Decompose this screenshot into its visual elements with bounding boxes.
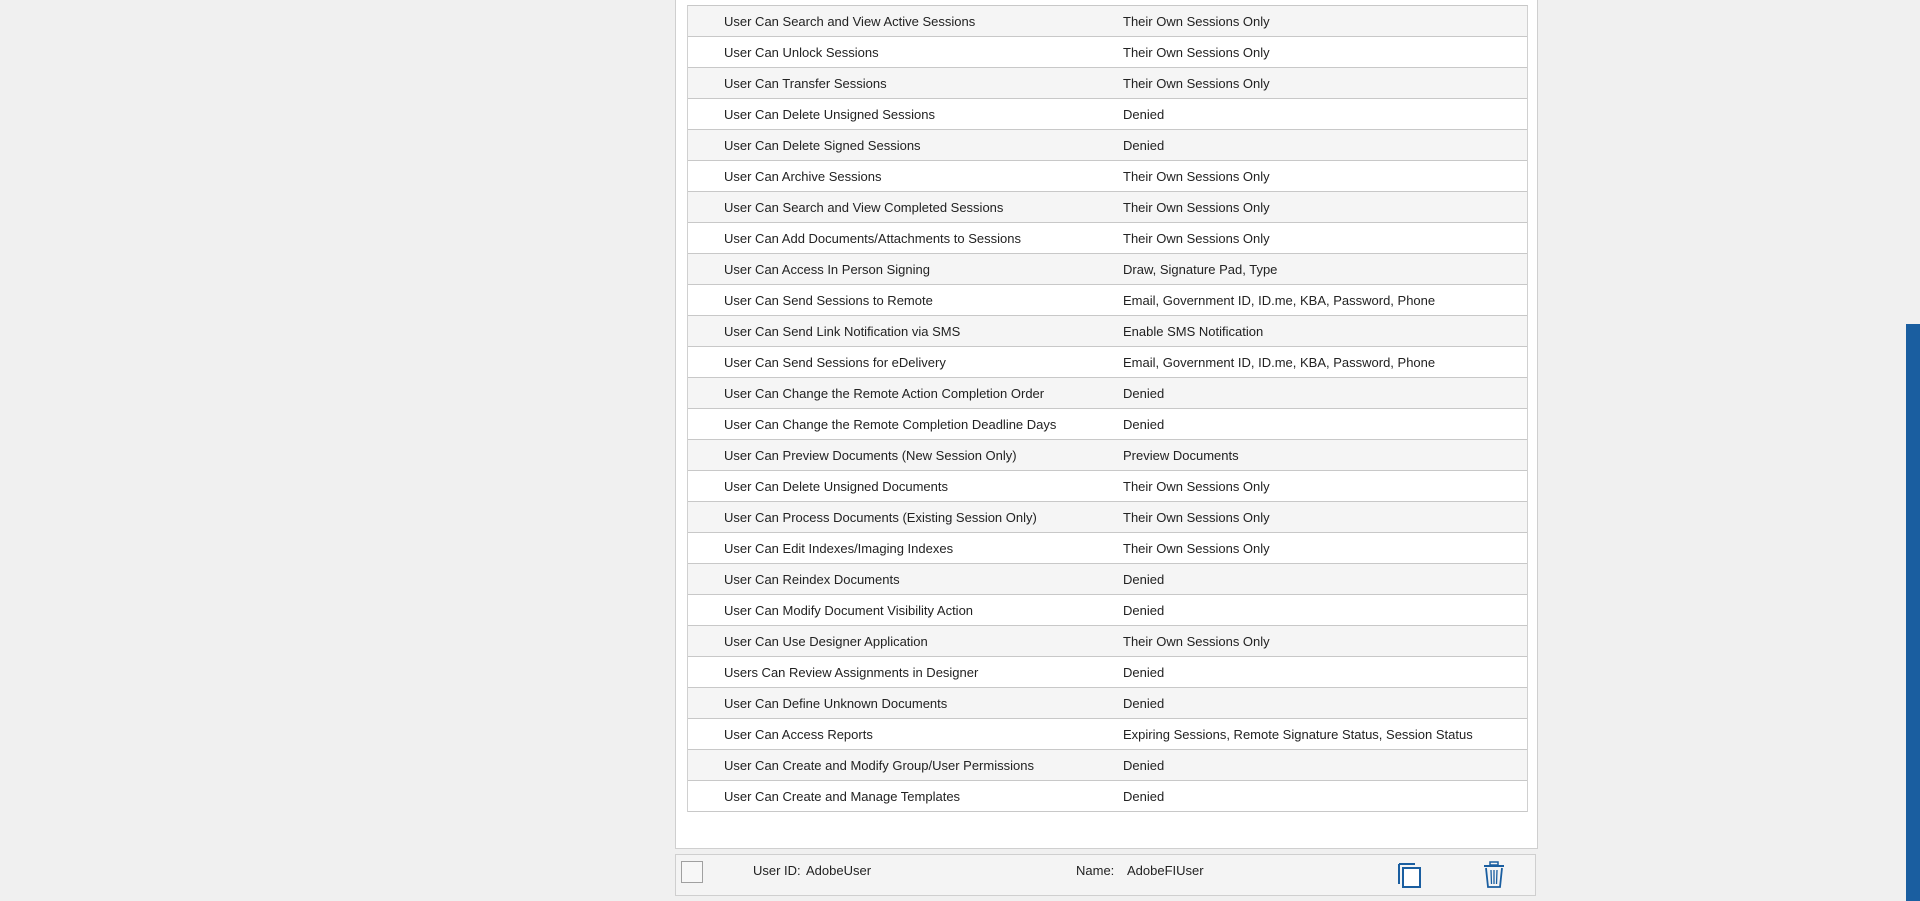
- permission-row[interactable]: User Can Use Designer Application Their O…: [688, 626, 1527, 657]
- permission-value: Their Own Sessions Only: [1123, 75, 1270, 91]
- trash-icon[interactable]: [1483, 861, 1505, 892]
- permission-name: Users Can Review Assignments in Designer: [724, 664, 979, 680]
- permission-row[interactable]: User Can Create and Modify Group/User Pe…: [688, 750, 1527, 781]
- permission-name: User Can Delete Unsigned Documents: [724, 478, 948, 494]
- permission-row[interactable]: User Can Edit Indexes/Imaging Indexes The…: [688, 533, 1527, 564]
- permission-value: Their Own Sessions Only: [1123, 633, 1270, 649]
- permission-row[interactable]: User Can Add Documents/Attachments to Se…: [688, 223, 1527, 254]
- permission-value: Denied: [1123, 788, 1165, 804]
- permission-name: User Can Define Unknown Documents: [724, 695, 948, 711]
- permission-name: User Can Delete Unsigned Sessions: [724, 106, 935, 122]
- permission-value: Preview Documents: [1123, 447, 1239, 463]
- permission-value: Denied: [1123, 602, 1165, 618]
- permission-value: Denied: [1123, 106, 1165, 122]
- permission-row[interactable]: User Can Change the Remote Completion De…: [688, 409, 1527, 440]
- permission-row[interactable]: User Can Send Sessions for eDelivery Emai…: [688, 347, 1527, 378]
- permission-row[interactable]: Users Can Review Assignments in Designer…: [688, 657, 1527, 688]
- permission-value: Denied: [1123, 757, 1165, 773]
- permission-row[interactable]: User Can Access In Person Signing Draw, S…: [688, 254, 1527, 285]
- permission-row[interactable]: User Can Search and View Active Sessions…: [688, 6, 1527, 37]
- copy-icon[interactable]: [1397, 862, 1423, 893]
- permission-name: User Can Archive Sessions: [724, 168, 882, 184]
- permission-name: User Can Transfer Sessions: [724, 75, 887, 91]
- permission-name: User Can Edit Indexes/Imaging Indexes: [724, 540, 954, 556]
- permissions-table: User Can Search and View Active Sessions…: [687, 5, 1528, 812]
- permission-value: Their Own Sessions Only: [1123, 44, 1270, 60]
- permission-value: Their Own Sessions Only: [1123, 168, 1270, 184]
- permission-row[interactable]: User Can Create and Manage Templates Deni…: [688, 781, 1527, 812]
- permission-name: User Can Search and View Active Sessions: [724, 13, 976, 29]
- permission-name: User Can Unlock Sessions: [724, 44, 879, 60]
- permission-name: User Can Change the Remote Action Comple…: [724, 385, 1045, 401]
- user-select-checkbox[interactable]: [681, 861, 703, 883]
- permission-value: Email, Government ID, ID.me, KBA, Passwo…: [1123, 354, 1436, 370]
- permission-name: User Can Send Sessions to Remote: [724, 292, 933, 308]
- permission-name: User Can Send Sessions for eDelivery: [724, 354, 946, 370]
- permission-name: User Can Change the Remote Completion De…: [724, 416, 1057, 432]
- permission-name: User Can Access In Person Signing: [724, 261, 930, 277]
- user-id-value: AdobeUser: [806, 863, 872, 878]
- permission-name: User Can Create and Modify Group/User Pe…: [724, 757, 1034, 773]
- permission-value: Denied: [1123, 571, 1165, 587]
- permission-value: Email, Government ID, ID.me, KBA, Passwo…: [1123, 292, 1436, 308]
- permission-name: User Can Preview Documents (New Session …: [724, 447, 1017, 463]
- permission-value: Denied: [1123, 416, 1165, 432]
- permission-name: User Can Create and Manage Templates: [724, 788, 961, 804]
- permission-value: Their Own Sessions Only: [1123, 230, 1270, 246]
- permission-row[interactable]: User Can Archive Sessions Their Own Sessi…: [688, 161, 1527, 192]
- permission-name: User Can Send Link Notification via SMS: [724, 323, 961, 339]
- scrollbar-thumb[interactable]: [1906, 324, 1920, 901]
- permission-row[interactable]: User Can Delete Unsigned Documents Their …: [688, 471, 1527, 502]
- permission-row[interactable]: User Can Preview Documents (New Session …: [688, 440, 1527, 471]
- permission-value: Draw, Signature Pad, Type: [1123, 261, 1278, 277]
- permission-row[interactable]: User Can Process Documents (Existing Ses…: [688, 502, 1527, 533]
- permission-value: Enable SMS Notification: [1123, 323, 1264, 339]
- permission-name: User Can Modify Document Visibility Acti…: [724, 602, 974, 618]
- permission-value: Denied: [1123, 664, 1165, 680]
- permission-name: User Can Search and View Completed Sessi…: [724, 199, 1004, 215]
- permission-row[interactable]: User Can Search and View Completed Sessi…: [688, 192, 1527, 223]
- permission-row[interactable]: User Can Send Link Notification via SMS E…: [688, 316, 1527, 347]
- permission-row[interactable]: User Can Change the Remote Action Comple…: [688, 378, 1527, 409]
- permission-row[interactable]: User Can Reindex Documents Denied: [688, 564, 1527, 595]
- permission-value: Denied: [1123, 385, 1165, 401]
- permission-name: User Can Use Designer Application: [724, 633, 928, 649]
- permission-name: User Can Delete Signed Sessions: [724, 137, 921, 153]
- permission-row[interactable]: User Can Access Reports Expiring Sessions…: [688, 719, 1527, 750]
- permission-value: Their Own Sessions Only: [1123, 13, 1270, 29]
- name-label: Name:: [1076, 863, 1115, 878]
- permission-value: Denied: [1123, 137, 1165, 153]
- permission-value: Expiring Sessions, Remote Signature Stat…: [1123, 726, 1473, 742]
- permission-name: User Can Add Documents/Attachments to Se…: [724, 230, 1021, 246]
- permission-row[interactable]: User Can Unlock Sessions Their Own Sessio…: [688, 37, 1527, 68]
- user-row: User ID: AdobeUser Name: AdobeFIUser: [675, 854, 1536, 896]
- permission-name: User Can Access Reports: [724, 726, 873, 742]
- name-value: AdobeFIUser: [1127, 863, 1204, 878]
- permissions-panel: User Can Search and View Active Sessions…: [675, 0, 1538, 849]
- user-id-label: User ID:: [753, 863, 801, 878]
- permission-name: User Can Process Documents (Existing Ses…: [724, 509, 1037, 525]
- permission-row[interactable]: User Can Delete Signed Sessions Denied: [688, 130, 1527, 161]
- permission-row[interactable]: User Can Transfer Sessions Their Own Sess…: [688, 68, 1527, 99]
- permission-row[interactable]: User Can Define Unknown Documents Denied: [688, 688, 1527, 719]
- permission-value: Their Own Sessions Only: [1123, 199, 1270, 215]
- permission-row[interactable]: User Can Modify Document Visibility Acti…: [688, 595, 1527, 626]
- permission-value: Their Own Sessions Only: [1123, 478, 1270, 494]
- permission-name: User Can Reindex Documents: [724, 571, 900, 587]
- permission-value: Their Own Sessions Only: [1123, 509, 1270, 525]
- permission-row[interactable]: User Can Delete Unsigned Sessions Denied: [688, 99, 1527, 130]
- permission-value: Denied: [1123, 695, 1165, 711]
- permission-value: Their Own Sessions Only: [1123, 540, 1270, 556]
- permission-row[interactable]: User Can Send Sessions to Remote Email, G…: [688, 285, 1527, 316]
